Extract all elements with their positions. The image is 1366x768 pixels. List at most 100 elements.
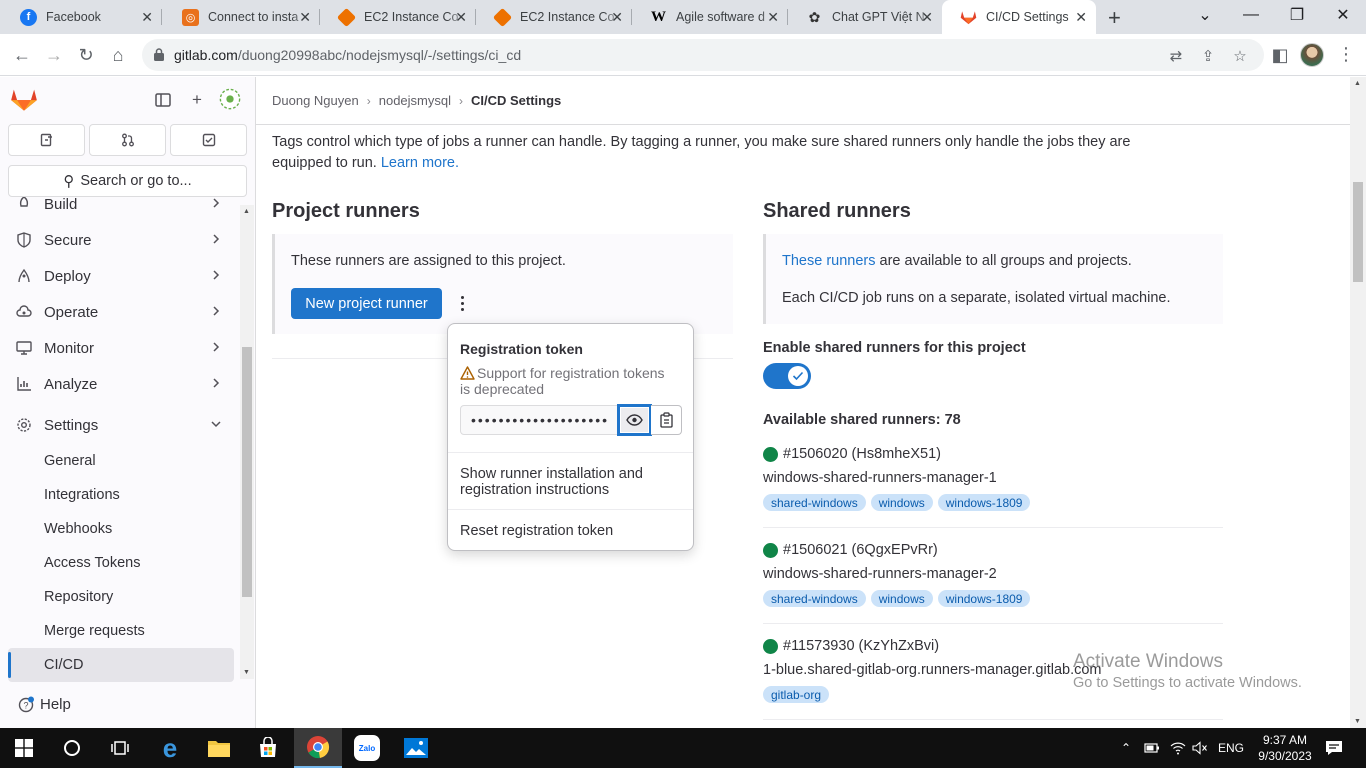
- copy-token-button[interactable]: [651, 405, 682, 435]
- notifications-icon[interactable]: [1325, 728, 1343, 768]
- tab-search-icon[interactable]: ⌄: [1182, 0, 1228, 30]
- minimize-button[interactable]: —: [1228, 0, 1274, 30]
- store-icon[interactable]: [244, 728, 292, 768]
- browser-tab-wikipedia[interactable]: W Agile software d ✕: [632, 0, 788, 34]
- user-avatar-icon[interactable]: [219, 88, 241, 110]
- translate-icon[interactable]: ⇄: [1166, 47, 1186, 65]
- new-tab-button[interactable]: +: [1108, 5, 1121, 31]
- sidebar-item-settings[interactable]: Settings: [0, 408, 234, 442]
- file-explorer-icon[interactable]: [195, 728, 243, 768]
- close-tab-icon[interactable]: ✕: [767, 9, 779, 25]
- registration-token-field[interactable]: ••••••••••••••••••••: [460, 405, 618, 435]
- browser-tab-chatgpt[interactable]: ✿ Chat GPT Việt N ✕: [788, 0, 942, 34]
- page-scrollbar[interactable]: ▲ ▼: [1350, 77, 1366, 728]
- sidebar-subitem-integrations[interactable]: Integrations: [0, 478, 234, 512]
- close-tab-icon[interactable]: ✕: [1075, 9, 1087, 25]
- chevron-right-icon: [213, 270, 220, 280]
- close-tab-icon[interactable]: ✕: [299, 9, 311, 25]
- sidebar-item-analyze[interactable]: Analyze: [0, 367, 234, 401]
- learn-more-link[interactable]: Learn more.: [381, 155, 459, 171]
- help-button[interactable]: ? Help: [18, 694, 71, 714]
- sidebar-item-operate[interactable]: Operate: [0, 295, 234, 329]
- reveal-token-button[interactable]: [618, 405, 651, 435]
- runner-name: windows-shared-runners-manager-2: [763, 566, 997, 582]
- sidebar-subitem-webhooks[interactable]: Webhooks: [0, 512, 234, 546]
- gitlab-logo[interactable]: [10, 86, 38, 112]
- sidebar-item-build[interactable]: Build: [0, 197, 234, 221]
- merge-requests-button[interactable]: [89, 124, 166, 156]
- cortana-search-icon[interactable]: [48, 728, 96, 768]
- sidebar-item-monitor[interactable]: Monitor: [0, 331, 234, 365]
- profile-avatar[interactable]: [1300, 43, 1324, 67]
- close-tab-icon[interactable]: ✕: [455, 9, 467, 25]
- windows-taskbar: e Zalo ⌃ ENG 9:37 AM 9/30/2023: [0, 728, 1366, 768]
- sidebar-scrollbar[interactable]: ▲ ▼: [240, 205, 254, 679]
- url-path: /duong20998abc/nodejsmysql/-/settings/ci…: [237, 47, 522, 63]
- sidebar-search-button[interactable]: ⚲ Search or go to...: [8, 165, 247, 197]
- close-tab-icon[interactable]: ✕: [141, 9, 153, 25]
- show-hidden-icons-chevron[interactable]: ⌃: [1121, 728, 1131, 768]
- collapse-sidebar-icon[interactable]: [152, 89, 174, 111]
- breadcrumb-user[interactable]: Duong Nguyen: [272, 93, 359, 108]
- scroll-up-arrow-icon[interactable]: ▲: [243, 208, 250, 215]
- sidebar-nav: Build Secure Deploy Operate Monitor Anal…: [0, 197, 240, 693]
- sidebar-subitem-merge-requests[interactable]: Merge requests: [0, 614, 234, 648]
- browser-tab-ec2-1[interactable]: EC2 Instance Co ✕: [320, 0, 476, 34]
- reset-registration-token-item[interactable]: Reset registration token: [460, 523, 680, 539]
- create-new-icon[interactable]: +: [186, 89, 208, 111]
- sidebar-item-deploy[interactable]: Deploy: [0, 259, 234, 293]
- share-icon[interactable]: ⇪: [1198, 47, 1218, 65]
- reload-icon[interactable]: ↻: [72, 42, 100, 68]
- maximize-button[interactable]: ❐: [1274, 0, 1320, 30]
- bookmark-star-icon[interactable]: ☆: [1230, 47, 1250, 65]
- battery-icon[interactable]: [1144, 728, 1160, 768]
- chrome-taskbar-icon[interactable]: [294, 728, 342, 768]
- issues-button[interactable]: [8, 124, 85, 156]
- page-scroll-thumb[interactable]: [1353, 182, 1363, 282]
- browser-tab-facebook[interactable]: f Facebook ✕: [2, 0, 162, 34]
- sidebar-subitem-cicd[interactable]: CI/CD: [8, 648, 234, 682]
- forward-arrow-icon[interactable]: →: [40, 42, 68, 68]
- sidebar-subitem-access-tokens[interactable]: Access Tokens: [0, 546, 234, 580]
- address-bar[interactable]: gitlab.com/duong20998abc/nodejsmysql/-/s…: [142, 39, 1264, 71]
- zalo-icon[interactable]: Zalo: [343, 728, 391, 768]
- registration-token-title: Registration token: [460, 341, 583, 357]
- scroll-down-arrow-icon[interactable]: ▼: [1354, 718, 1361, 725]
- todo-button[interactable]: [170, 124, 247, 156]
- close-tab-icon[interactable]: ✕: [921, 9, 933, 25]
- windows-start-icon[interactable]: [0, 728, 48, 768]
- close-window-button[interactable]: ✕: [1320, 0, 1366, 30]
- show-runner-instructions-item[interactable]: Show runner installation and registratio…: [460, 466, 680, 498]
- breadcrumb-project[interactable]: nodejsmysql: [379, 93, 451, 108]
- close-tab-icon[interactable]: ✕: [611, 9, 623, 25]
- breadcrumb-current[interactable]: CI/CD Settings: [471, 93, 561, 108]
- new-project-runner-button[interactable]: New project runner: [291, 288, 442, 319]
- system-clock[interactable]: 9:37 AM 9/30/2023: [1255, 732, 1315, 764]
- sidebar-scroll-thumb[interactable]: [242, 347, 252, 597]
- scroll-down-arrow-icon[interactable]: ▼: [243, 669, 250, 676]
- back-arrow-icon[interactable]: ←: [8, 42, 36, 68]
- sidebar-subitem-repository[interactable]: Repository: [0, 580, 234, 614]
- browser-tab-gitlab[interactable]: CI/CD Settings ✕: [942, 0, 1096, 34]
- main-content: Duong Nguyen › nodejsmysql › CI/CD Setti…: [256, 77, 1350, 728]
- sidebar-item-secure[interactable]: Secure: [0, 223, 234, 257]
- task-view-icon[interactable]: [96, 728, 144, 768]
- these-runners-link[interactable]: These runners: [782, 253, 876, 269]
- volume-mute-icon[interactable]: [1192, 728, 1208, 768]
- sidebar-subitem-general[interactable]: General: [0, 444, 234, 478]
- browser-tab-ec2-2[interactable]: EC2 Instance Co ✕: [476, 0, 632, 34]
- photos-icon[interactable]: [392, 728, 440, 768]
- side-panel-icon[interactable]: ◧: [1266, 42, 1294, 68]
- clock-date: 9/30/2023: [1258, 749, 1312, 763]
- browser-tab-connect[interactable]: ◎ Connect to insta ✕: [164, 0, 320, 34]
- input-language[interactable]: ENG: [1218, 728, 1244, 768]
- scroll-up-arrow-icon[interactable]: ▲: [1354, 80, 1361, 87]
- home-icon[interactable]: ⌂: [104, 42, 132, 68]
- edge-browser-icon[interactable]: e: [146, 728, 194, 768]
- runner-options-kebab-icon[interactable]: [454, 290, 470, 316]
- chrome-menu-icon[interactable]: ⋮: [1337, 44, 1355, 65]
- enable-shared-runners-toggle[interactable]: [763, 363, 811, 389]
- network-icon[interactable]: [1170, 728, 1186, 768]
- gitlab-icon: [960, 9, 977, 26]
- monitor-icon: [16, 341, 32, 355]
